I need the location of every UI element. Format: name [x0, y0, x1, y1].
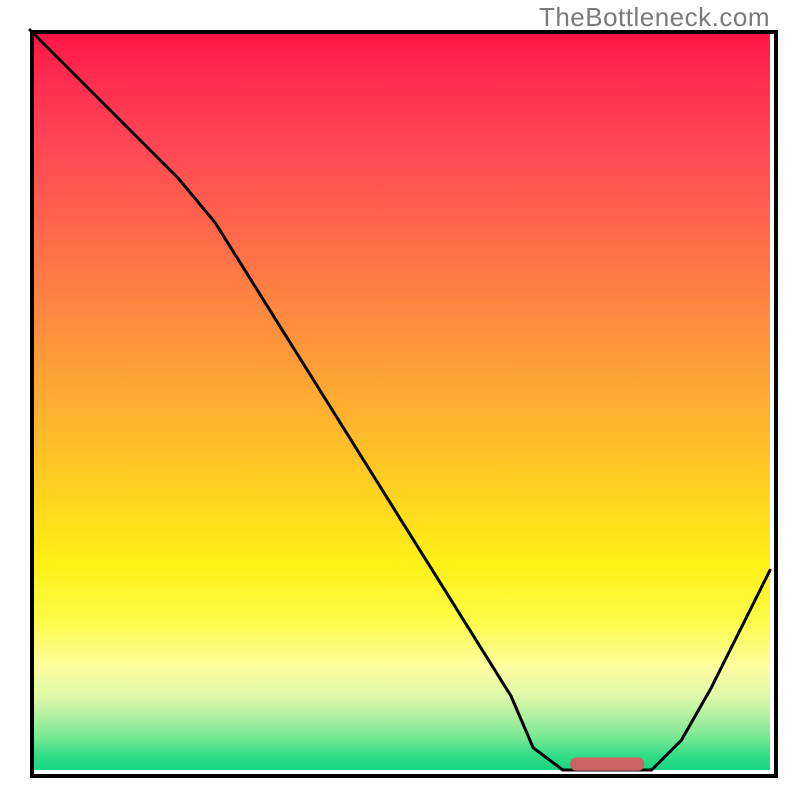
watermark-label: TheBottleneck.com — [539, 2, 770, 33]
chart-container: TheBottleneck.com — [0, 0, 800, 800]
gradient-background — [30, 30, 770, 770]
